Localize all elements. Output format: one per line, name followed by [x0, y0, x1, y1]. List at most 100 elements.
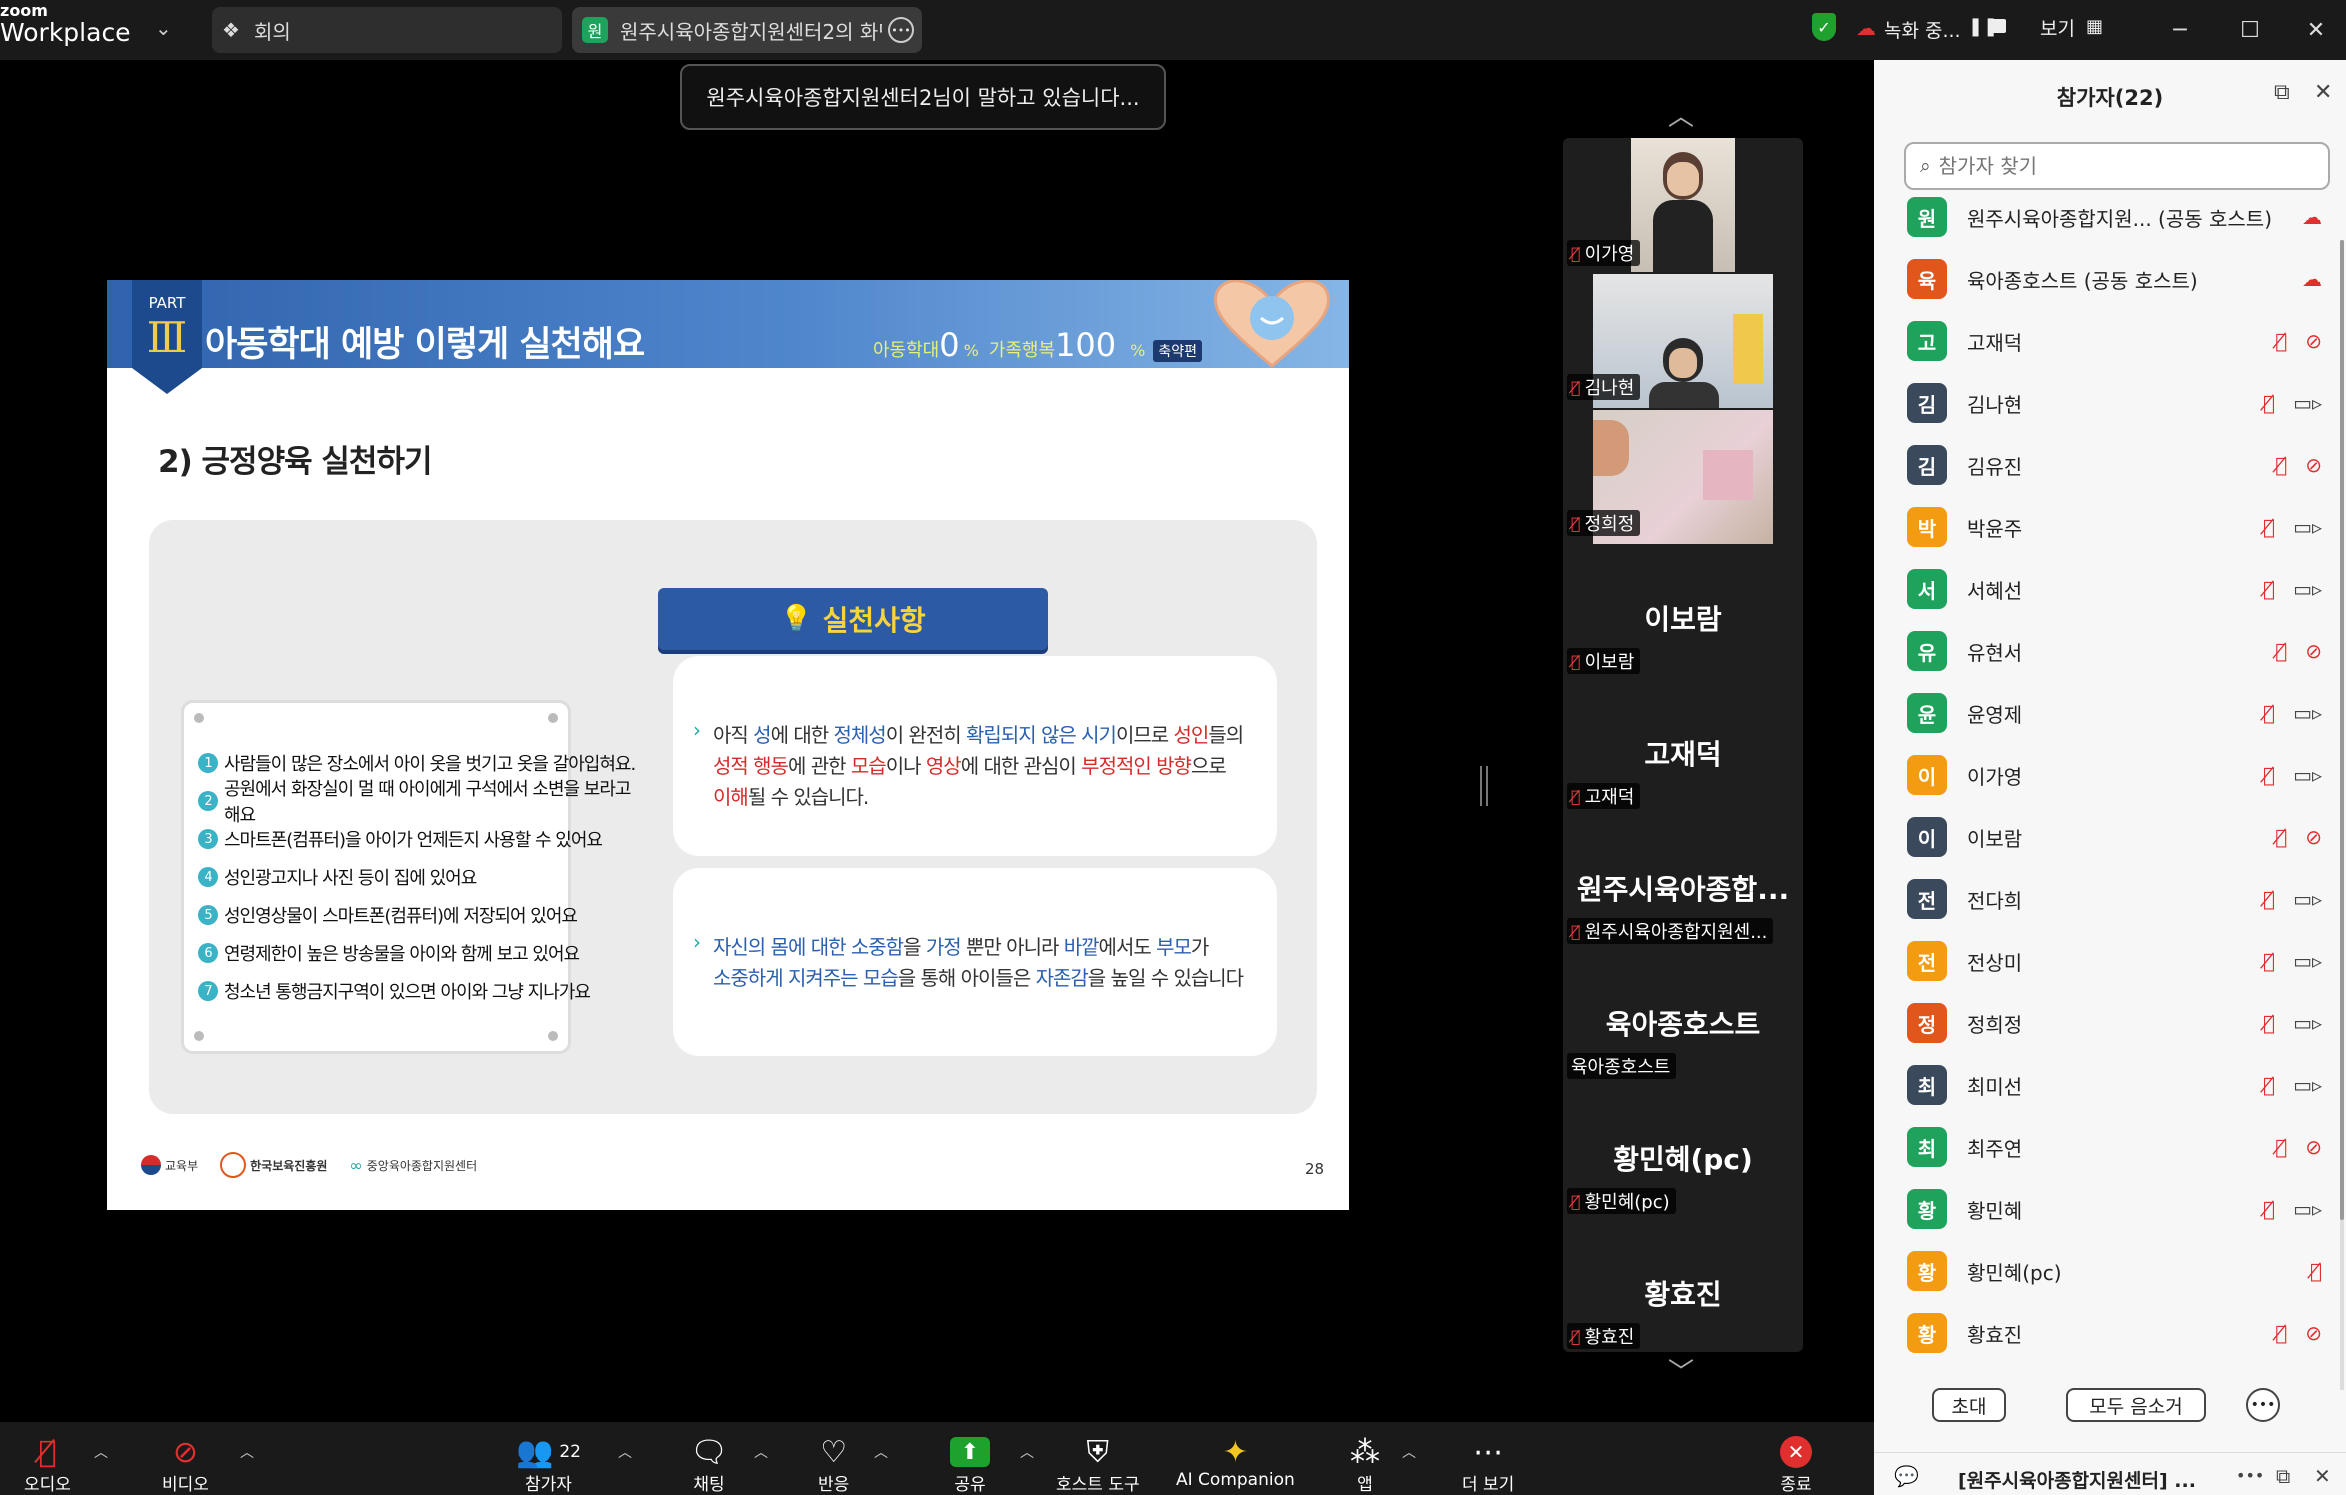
mic-muted-icon[interactable]: 🎙̸ — [2263, 515, 2275, 539]
chat-bubble-icon[interactable]: 💬 — [1894, 1464, 1919, 1488]
close-panel-icon[interactable]: ✕ — [2314, 80, 2332, 105]
workplace-dropdown-icon[interactable]: ⌄ — [155, 16, 172, 40]
recording-cloud-icon[interactable]: ☁ — [2302, 267, 2322, 291]
video-on-icon[interactable]: ▭▹ — [2293, 577, 2322, 601]
participant-row[interactable]: 윤 윤영제 🎙̸ ▭▹ — [1874, 682, 2346, 744]
share-options-caret[interactable]: ︿ — [1020, 1442, 1034, 1462]
mic-muted-icon[interactable]: 🎙̸ — [2275, 329, 2287, 353]
participant-row[interactable]: 정 정희정 🎙̸ ▭▹ — [1874, 992, 2346, 1054]
security-shield-icon[interactable]: ✓ — [1812, 13, 1836, 41]
participant-row[interactable]: 김 김유진 🎙̸ ⊘ — [1874, 434, 2346, 496]
host-tools-button[interactable]: ⛨ 호스트 도구 — [1056, 1434, 1140, 1495]
maximize-icon[interactable]: ☐ — [2230, 10, 2270, 50]
more-options-button[interactable]: ••• — [2246, 1388, 2280, 1422]
mic-muted-icon[interactable]: 🎙̸ — [2263, 1197, 2275, 1221]
view-label[interactable]: 보기 — [2040, 14, 2075, 41]
ai-companion-button[interactable]: ✦ AI Companion — [1176, 1434, 1295, 1491]
recording-cloud-icon[interactable]: ☁ — [2302, 205, 2322, 229]
mic-muted-icon[interactable]: 🎙̸ — [2275, 1135, 2287, 1159]
participant-row[interactable]: 전 전다희 🎙̸ ▭▹ — [1874, 868, 2346, 930]
name-tile[interactable]: 육아종호스트 육아종호스트 — [1563, 951, 1803, 1085]
video-tile[interactable]: 🎙̸ 정희정 — [1563, 410, 1803, 544]
strip-scroll-up-icon[interactable]: ︿ — [1668, 96, 1694, 133]
video-on-icon[interactable]: ▭▹ — [2293, 1073, 2322, 1097]
audio-button[interactable]: 🎙̸ 오디오 — [24, 1434, 71, 1495]
chat-button[interactable]: 🗨 채팅 — [690, 1434, 728, 1495]
video-on-icon[interactable]: ▭▹ — [2293, 763, 2322, 787]
participant-row[interactable]: 최 최주연 🎙̸ ⊘ — [1874, 1116, 2346, 1178]
participant-search[interactable]: ⌕ — [1904, 142, 2330, 190]
mic-muted-icon[interactable]: 🎙̸ — [2263, 701, 2275, 725]
chat-more-icon[interactable]: ••• — [2236, 1466, 2264, 1485]
apps-options-caret[interactable]: ︿ — [1402, 1442, 1416, 1462]
video-off-icon[interactable]: ⊘ — [2305, 825, 2322, 849]
name-tile[interactable]: 황민혜(pc) 🎙̸ 황민혜(pc) — [1563, 1086, 1803, 1220]
video-tile[interactable]: 🎙̸ 김나현 — [1563, 274, 1803, 408]
mute-all-button[interactable]: 모두 음소거 — [2066, 1388, 2206, 1422]
participant-row[interactable]: 황 황민혜(pc) 🎙̸ — [1874, 1240, 2346, 1302]
react-options-caret[interactable]: ︿ — [874, 1442, 888, 1462]
participants-options-caret[interactable]: ︿ — [618, 1442, 632, 1462]
participant-row[interactable]: 전 전상미 🎙̸ ▭▹ — [1874, 930, 2346, 992]
search-input[interactable] — [1936, 153, 2301, 179]
video-off-icon[interactable]: ⊘ — [2305, 329, 2322, 353]
video-options-caret[interactable]: ︿ — [240, 1442, 254, 1462]
mic-muted-icon[interactable]: 🎙̸ — [2263, 1073, 2275, 1097]
participant-row[interactable]: 고 고재덕 🎙̸ ⊘ — [1874, 310, 2346, 372]
mic-muted-icon[interactable]: 🎙̸ — [2310, 1259, 2322, 1283]
popout-icon[interactable]: ⧉ — [2274, 80, 2290, 105]
mic-muted-icon[interactable]: 🎙̸ — [2275, 1321, 2287, 1345]
video-off-icon[interactable]: ⊘ — [2305, 1135, 2322, 1159]
video-off-icon[interactable]: ⊘ — [2305, 453, 2322, 477]
tab-meeting[interactable]: ❖ 회의 — [212, 7, 562, 53]
mic-muted-icon[interactable]: 🎙̸ — [2263, 949, 2275, 973]
more-button[interactable]: ⋯ 더 보기 — [1462, 1434, 1514, 1495]
strip-scroll-down-icon[interactable]: ﹀ — [1668, 1352, 1694, 1389]
mic-muted-icon[interactable]: 🎙̸ — [2263, 1011, 2275, 1035]
video-on-icon[interactable]: ▭▹ — [2293, 1011, 2322, 1035]
participant-row[interactable]: 서 서혜선 🎙̸ ▭▹ — [1874, 558, 2346, 620]
apps-button[interactable]: ⁂ 앱 — [1350, 1434, 1380, 1495]
more-options-icon[interactable]: ••• — [888, 17, 914, 43]
mic-muted-icon[interactable]: 🎙̸ — [2263, 763, 2275, 787]
name-tile[interactable]: 고재덕 🎙̸ 고재덕 — [1563, 681, 1803, 815]
minimize-icon[interactable]: ─ — [2160, 10, 2200, 50]
participant-row[interactable]: 김 김나현 🎙̸ ▭▹ — [1874, 372, 2346, 434]
name-tile[interactable]: 황효진 🎙̸ 황효진 — [1563, 1221, 1803, 1352]
close-window-icon[interactable]: ✕ — [2296, 10, 2336, 50]
chat-preview[interactable]: [원주시육아종합지원센터] ... — [1958, 1466, 2196, 1493]
mic-muted-icon[interactable]: 🎙̸ — [2263, 391, 2275, 415]
mic-muted-icon[interactable]: 🎙̸ — [2275, 825, 2287, 849]
audio-options-caret[interactable]: ︿ — [94, 1442, 108, 1462]
video-button[interactable]: ⊘ 비디오 — [162, 1434, 209, 1495]
video-tile[interactable]: 🎙̸ 이가영 — [1563, 138, 1803, 272]
chat-close-icon[interactable]: ✕ — [2314, 1464, 2331, 1488]
resize-handle[interactable] — [1480, 766, 1488, 806]
chat-options-caret[interactable]: ︿ — [754, 1442, 768, 1462]
participants-button[interactable]: 👥 22 참가자 — [516, 1434, 581, 1495]
participant-row[interactable]: 원 원주시육아종합지원... (공동 호스트) ☁ — [1874, 186, 2346, 248]
participant-row[interactable]: 황 황민혜 🎙̸ ▭▹ — [1874, 1178, 2346, 1240]
chat-popout-icon[interactable]: ⧉ — [2276, 1464, 2290, 1488]
mic-muted-icon[interactable]: 🎙̸ — [2263, 577, 2275, 601]
video-off-icon[interactable]: ⊘ — [2305, 639, 2322, 663]
scrollbar-thumb[interactable] — [2340, 240, 2344, 1220]
participant-row[interactable]: 최 최미선 🎙̸ ▭▹ — [1874, 1054, 2346, 1116]
participant-row[interactable]: 박 박윤주 🎙̸ ▭▹ — [1874, 496, 2346, 558]
share-button[interactable]: ⬆ 공유 — [950, 1434, 990, 1495]
video-on-icon[interactable]: ▭▹ — [2293, 701, 2322, 725]
invite-button[interactable]: 초대 — [1932, 1388, 2006, 1422]
end-meeting-button[interactable]: ✕ 종료 — [1780, 1434, 1812, 1495]
mic-muted-icon[interactable]: 🎙̸ — [2263, 887, 2275, 911]
tab-screen-share[interactable]: 원 원주시육아종합지원센터2의 화면 ••• — [572, 7, 922, 53]
name-tile[interactable]: 이보람 🎙̸ 이보람 — [1563, 546, 1803, 680]
mic-muted-icon[interactable]: 🎙̸ — [2275, 639, 2287, 663]
video-on-icon[interactable]: ▭▹ — [2293, 949, 2322, 973]
video-on-icon[interactable]: ▭▹ — [2293, 391, 2322, 415]
participant-row[interactable]: 유 유현서 🎙̸ ⊘ — [1874, 620, 2346, 682]
video-off-icon[interactable]: ⊘ — [2305, 1321, 2322, 1345]
participant-row[interactable]: 육 육아종호스트 (공동 호스트) ☁ — [1874, 248, 2346, 310]
view-grid-icon[interactable]: ▦ — [2086, 16, 2103, 37]
name-tile[interactable]: 원주시육아종합... 🎙̸ 원주시육아종합지원센... — [1563, 816, 1803, 950]
react-button[interactable]: ♡ 반응 — [818, 1434, 849, 1495]
